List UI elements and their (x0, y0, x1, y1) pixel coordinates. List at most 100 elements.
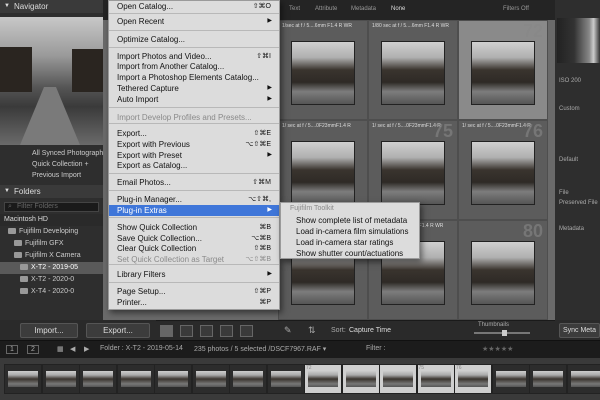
folder-row[interactable]: X-T4 - 2020-0 (0, 286, 103, 298)
filmstrip-thumbnail[interactable]: 72 (304, 364, 342, 394)
filter-none-tab[interactable]: None (391, 6, 405, 12)
menu-item[interactable]: Library Filters ▶ (109, 269, 279, 280)
grid-view-icon[interactable] (160, 325, 173, 337)
grid-cell[interactable]: 72 (458, 20, 548, 120)
filmstrip-thumbnail[interactable] (154, 364, 192, 394)
photo-thumbnail[interactable] (381, 141, 445, 205)
folder-filter-input[interactable]: ⌕ Filter Folders (4, 202, 99, 212)
page-button-1[interactable]: 1 (6, 345, 18, 354)
menu-item[interactable]: Clear Quick Collection ⇧⌘B (109, 243, 279, 254)
plugin-extras-submenu: Fujifilm Toolkit Show complete list of m… (280, 202, 420, 259)
filmstrip-thumbnail[interactable] (341, 364, 380, 394)
submenu-item-shutter-count[interactable]: Show shutter count/actuations (296, 249, 403, 258)
filmstrip-thumbnail[interactable] (191, 364, 230, 394)
filter-metadata-tab[interactable]: Metadata (351, 6, 376, 12)
submenu-item-film-sims[interactable]: Load in-camera film simulations (296, 227, 409, 236)
menu-item[interactable]: Export... ⇧⌘E (109, 128, 279, 139)
grid-cell[interactable]: 1/ sec at f / 5....0F23mmF1.4 R 76 (458, 120, 548, 220)
grid-cell[interactable]: 1/sec at f / 5....6mm F1.4 R WR (278, 20, 368, 120)
survey-view-icon[interactable] (220, 325, 233, 337)
filmstrip-thumbnail[interactable] (566, 364, 600, 394)
volume-row[interactable]: Macintosh HD (0, 214, 103, 226)
menu-item[interactable]: Import from Another Catalog... (109, 61, 279, 72)
filmstrip-thumbnail[interactable] (379, 364, 417, 394)
menu-item[interactable]: Open Recent ▶ (109, 16, 279, 27)
folder-info[interactable]: Folder : X-T2 - 2019-05-14 (100, 345, 183, 352)
sort-select[interactable]: Capture Time (349, 327, 391, 334)
page-button-2[interactable]: 2 (27, 345, 39, 354)
filmstrip-thumbnail[interactable] (529, 364, 567, 394)
menu-item[interactable]: Plug-in Extras ▶ (109, 205, 279, 216)
menu-item[interactable]: Show Quick Collection ⌘B (109, 222, 279, 233)
collapse-triangle-icon[interactable]: ▼ (4, 185, 10, 198)
menu-item[interactable]: Tethered Capture ▶ (109, 83, 279, 94)
menu-item[interactable]: Printer... ⌘P (109, 297, 279, 308)
folder-row[interactable]: Fujifilm Developing (0, 226, 103, 238)
collection-item[interactable]: Previous Import (0, 170, 103, 181)
menu-item[interactable]: Import a Photoshop Elements Catalog... (109, 72, 279, 83)
people-view-icon[interactable] (240, 325, 253, 337)
menu-item[interactable]: Page Setup... ⇧⌘P (109, 286, 279, 297)
folders-header[interactable]: ▼ Folders (0, 185, 103, 198)
menu-item[interactable]: Export with Previous ⌥⇧⌘E (109, 139, 279, 150)
filmstrip-thumbnail[interactable]: 76 (454, 364, 492, 394)
painter-icon[interactable]: ✎ (284, 325, 292, 336)
filters-off-toggle[interactable]: Filters Off (503, 6, 529, 12)
folder-row[interactable]: Fujifilm X Camera (0, 250, 103, 262)
menu-item[interactable]: Optimize Catalog... (109, 34, 279, 45)
star-filter-icon[interactable]: ★★★★★ (482, 345, 513, 353)
folder-row[interactable]: Fujifilm GFX (0, 238, 103, 250)
filmstrip-thumbnail[interactable] (116, 364, 155, 394)
filmstrip-thumbnail[interactable] (41, 364, 80, 394)
collection-item[interactable]: Quick Collection + (0, 159, 103, 170)
photo-thumbnail[interactable] (471, 141, 535, 205)
default-label[interactable]: Default (559, 157, 578, 163)
submenu-item-metadata[interactable]: Show complete list of metadata (296, 216, 407, 225)
filmstrip-thumbnail[interactable]: 75 (416, 364, 455, 394)
photo-thumbnail[interactable] (291, 41, 355, 105)
custom-label[interactable]: Custom (559, 106, 580, 112)
filmstrip-image (383, 371, 413, 387)
navigator-header[interactable]: ▼ Navigator (0, 0, 103, 13)
folder-row[interactable]: X-T2 - 2020-0 (0, 274, 103, 286)
filmstrip-thumbnail[interactable] (4, 364, 42, 394)
menu-item[interactable]: Open Catalog... ⇧⌘O (109, 1, 279, 12)
photo-thumbnail[interactable] (291, 141, 355, 205)
photo-thumbnail[interactable] (471, 241, 535, 305)
compare-view-icon[interactable] (200, 325, 213, 337)
collection-item[interactable]: All Synced Photographs (0, 148, 103, 159)
back-arrow-icon[interactable]: ◀ (70, 345, 75, 353)
thumbnail-slider-handle[interactable] (502, 330, 507, 336)
forward-arrow-icon[interactable]: ▶ (84, 345, 89, 353)
loupe-view-icon[interactable] (180, 325, 193, 337)
grid-cell[interactable]: 1/80 sec at f / 5....6mm F1.4 R WR (368, 20, 458, 120)
cell-index: 76 (522, 121, 543, 141)
filmstrip-thumbnail[interactable] (266, 364, 305, 394)
import-button[interactable]: Import... (20, 323, 78, 338)
photo-thumbnail[interactable] (381, 41, 445, 105)
filmstrip-thumbnail[interactable] (229, 364, 267, 394)
preview-road (20, 87, 80, 145)
submenu-arrow-icon: ▶ (267, 271, 272, 277)
photo-thumbnail[interactable] (471, 41, 535, 105)
left-panel: ▼ Navigator All Synced Photographs Quick … (0, 0, 103, 320)
grid-cell[interactable]: 80 (458, 220, 548, 320)
filter-attribute-tab[interactable]: Attribute (315, 6, 337, 12)
menu-item[interactable]: Auto Import ▶ (109, 94, 279, 105)
navigator-preview[interactable] (0, 17, 103, 145)
folder-icon (20, 276, 28, 283)
menu-item[interactable]: Email Photos... ⇧⌘M (109, 177, 279, 188)
filter-text-tab[interactable]: Text (289, 6, 300, 12)
menu-item[interactable]: Plug-in Manager... ⌥⇧⌘, (109, 194, 279, 205)
filmstrip-thumbnail[interactable] (79, 364, 117, 394)
submenu-item-star-ratings[interactable]: Load in-camera star ratings (296, 238, 393, 247)
sync-metadata-button[interactable]: Sync Meta (559, 323, 600, 338)
photo-count[interactable]: 235 photos / 5 selected /DSCF7967.RAF ▾ (194, 345, 326, 353)
export-button[interactable]: Export... (86, 323, 150, 338)
filmstrip-thumbnail[interactable] (491, 364, 530, 394)
menu-item[interactable]: Export as Catalog... (109, 160, 279, 171)
folder-row-selected[interactable]: X-T2 - 2019-05 (0, 262, 103, 274)
sort-direction-icon[interactable]: ⇅ (308, 325, 316, 336)
collapse-triangle-icon[interactable]: ▼ (4, 0, 10, 13)
grid-toggle-icon[interactable]: ▦ (57, 345, 64, 353)
